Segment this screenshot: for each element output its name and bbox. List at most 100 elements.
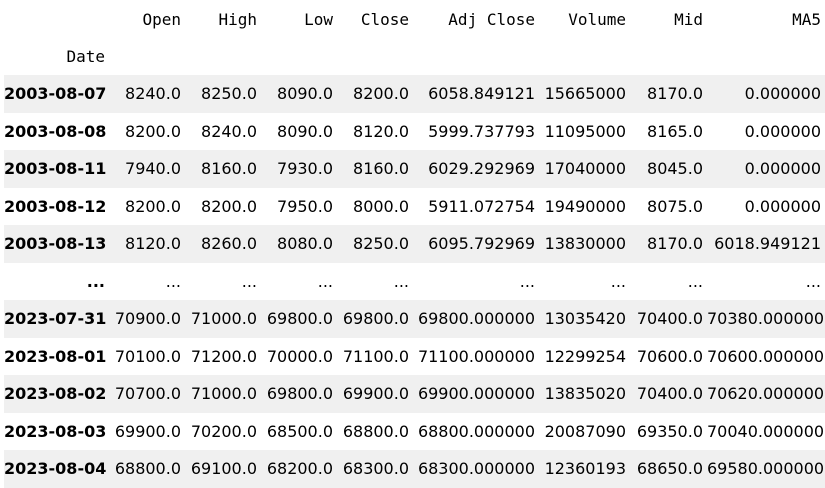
cell-low: 68500.0: [266, 421, 333, 441]
cell-volume: 12299254: [544, 346, 626, 366]
column-header-adj-close: Adj Close: [448, 9, 535, 29]
cell-ma5: ...: [805, 271, 821, 291]
cell-adj-close: 68800.000000: [417, 421, 535, 441]
table-header: Open High Low Close Adj Close Volume Mid…: [4, 0, 825, 75]
row-index-date: 2003-08-11: [4, 159, 107, 179]
cell-mid: 68650.0: [636, 459, 703, 479]
column-header-mid: Mid: [674, 9, 703, 29]
index-name: Date: [66, 47, 105, 66]
cell-ma5: 6018.949121: [714, 234, 821, 254]
cell-mid: 70600.0: [636, 346, 703, 366]
index-header-row: Date: [4, 38, 825, 75]
table-row: 2003-08-13 8120.0 8260.0 8080.0 8250.0 6095.7…: [4, 225, 825, 263]
cell-adj-close: 69900.000000: [417, 384, 535, 404]
table-row: 2003-08-12 8200.0 8200.0 7950.0 8000.0 5911.0…: [4, 188, 825, 226]
cell-adj-close: 6095.792969: [428, 234, 535, 254]
cell-high: 8250.0: [201, 84, 257, 104]
cell-close: 8200.0: [353, 84, 409, 104]
cell-close: 69800.0: [342, 309, 409, 329]
dataframe-output: Open High Low Close Adj Close Volume Mid…: [4, 0, 825, 488]
table-row: 2023-08-01 70100.0 71200.0 70000.0 71100.0 71…: [4, 338, 825, 376]
cell-volume: 15665000: [544, 84, 626, 104]
cell-volume: 12360193: [544, 459, 626, 479]
row-index-date: 2003-08-07: [4, 84, 107, 104]
cell-ma5: 0.000000: [744, 121, 821, 141]
cell-ma5: 70620.000000: [707, 384, 825, 404]
cell-volume: 20087090: [544, 421, 626, 441]
cell-adj-close: 5911.072754: [428, 196, 535, 216]
cell-low: 69800.0: [266, 384, 333, 404]
cell-open: 70700.0: [114, 384, 181, 404]
cell-adj-close: 6058.849121: [428, 84, 535, 104]
row-index-date: 2023-08-01: [4, 346, 107, 366]
cell-volume: 13835020: [544, 384, 626, 404]
column-header-ma5: MA5: [792, 9, 821, 29]
header-corner: [4, 0, 109, 38]
cell-adj-close: ...: [519, 271, 535, 291]
cell-ma5: 70600.000000: [707, 346, 825, 366]
cell-open: 7940.0: [125, 159, 181, 179]
column-header-close: Close: [360, 9, 409, 29]
cell-adj-close: 68300.000000: [417, 459, 535, 479]
column-header-row: Open High Low Close Adj Close Volume Mid…: [4, 0, 825, 38]
cell-low: 68200.0: [266, 459, 333, 479]
cell-volume: 17040000: [544, 159, 626, 179]
table-row: 2003-08-07 8240.0 8250.0 8090.0 8200.0 6058.8…: [4, 75, 825, 113]
cell-mid: 70400.0: [636, 309, 703, 329]
cell-ma5: 70040.000000: [707, 421, 825, 441]
row-index-date: 2023-08-04: [4, 459, 107, 479]
cell-low: 8090.0: [277, 121, 333, 141]
cell-open: 68800.0: [114, 459, 181, 479]
cell-ma5: 70380.000000: [707, 309, 825, 329]
cell-ma5: 69580.000000: [707, 459, 825, 479]
cell-mid: 69350.0: [636, 421, 703, 441]
cell-high: 8200.0: [201, 196, 257, 216]
cell-mid: 70400.0: [636, 384, 703, 404]
table-row: 2023-08-02 70700.0 71000.0 69800.0 69900.0 69…: [4, 375, 825, 413]
cell-high: 69100.0: [190, 459, 257, 479]
cell-volume: ...: [610, 271, 626, 291]
cell-low: 69800.0: [266, 309, 333, 329]
row-index-date: 2003-08-13: [4, 234, 107, 254]
dataframe-table: Open High Low Close Adj Close Volume Mid…: [4, 0, 825, 488]
cell-mid: 8170.0: [647, 234, 703, 254]
cell-close: 8160.0: [353, 159, 409, 179]
row-index-date: ...: [86, 271, 105, 291]
cell-close: 8120.0: [353, 121, 409, 141]
cell-mid: 8075.0: [647, 196, 703, 216]
column-header-high: High: [218, 9, 257, 29]
cell-low: ...: [317, 271, 333, 291]
cell-mid: 8045.0: [647, 159, 703, 179]
cell-high: ...: [241, 271, 257, 291]
cell-open: 8120.0: [125, 234, 181, 254]
row-index-date: 2003-08-12: [4, 196, 107, 216]
cell-close: 8000.0: [353, 196, 409, 216]
row-index-date: 2003-08-08: [4, 121, 107, 141]
cell-high: 71000.0: [190, 309, 257, 329]
cell-low: 8090.0: [277, 84, 333, 104]
cell-mid: 8170.0: [647, 84, 703, 104]
cell-open: ...: [165, 271, 181, 291]
cell-ma5: 0.000000: [744, 196, 821, 216]
cell-mid: ...: [687, 271, 703, 291]
table-row: 2003-08-11 7940.0 8160.0 7930.0 8160.0 6029.2…: [4, 150, 825, 188]
cell-volume: 19490000: [544, 196, 626, 216]
cell-mid: 8165.0: [647, 121, 703, 141]
cell-close: 8250.0: [353, 234, 409, 254]
cell-volume: 13035420: [544, 309, 626, 329]
cell-close: ...: [393, 271, 409, 291]
cell-high: 71000.0: [190, 384, 257, 404]
cell-open: 70100.0: [114, 346, 181, 366]
cell-volume: 13830000: [544, 234, 626, 254]
cell-adj-close: 5999.737793: [428, 121, 535, 141]
cell-low: 7930.0: [277, 159, 333, 179]
cell-adj-close: 71100.000000: [417, 346, 535, 366]
table-row: 2003-08-08 8200.0 8240.0 8090.0 8120.0 5999.7…: [4, 113, 825, 151]
column-header-low: Low: [304, 9, 333, 29]
cell-open: 8200.0: [125, 196, 181, 216]
cell-ma5: 0.000000: [744, 159, 821, 179]
cell-high: 8160.0: [201, 159, 257, 179]
column-header-volume: Volume: [568, 9, 626, 29]
table-body: 2003-08-07 8240.0 8250.0 8090.0 8200.0 6058.8…: [4, 75, 825, 488]
row-index-date: 2023-08-03: [4, 421, 107, 441]
